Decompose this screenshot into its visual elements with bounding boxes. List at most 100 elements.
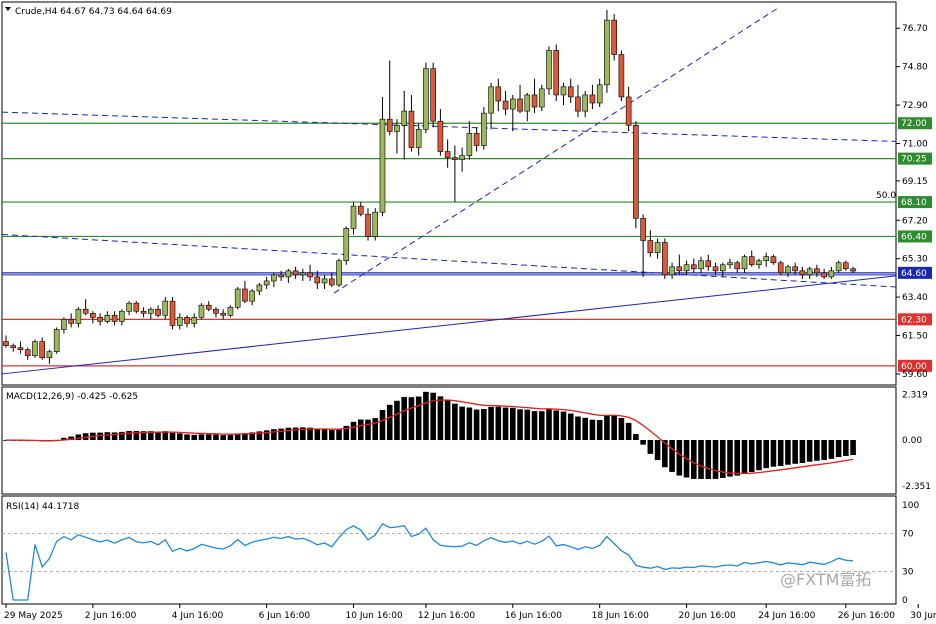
macd-bar bbox=[524, 409, 531, 441]
candle-body bbox=[126, 302, 132, 312]
candle-body bbox=[24, 349, 31, 357]
candle-body bbox=[683, 264, 690, 272]
rsi-label: RSI(14) 44.1718 bbox=[6, 502, 79, 512]
candle-body bbox=[220, 312, 226, 316]
macd-bar bbox=[669, 440, 675, 472]
y-tick-label: 74.80 bbox=[902, 63, 928, 73]
macd-panel: 2.319 0.00 -2.351 bbox=[3, 391, 931, 492]
macd-bar bbox=[466, 407, 473, 441]
candle-body bbox=[741, 256, 748, 270]
macd-bar bbox=[473, 409, 480, 441]
macd-bar bbox=[770, 440, 777, 467]
candle-body bbox=[256, 284, 263, 292]
macd-bar bbox=[546, 408, 552, 441]
macd-tick-label: -2.351 bbox=[902, 482, 931, 492]
y-tick-label: 61.50 bbox=[902, 332, 928, 342]
macd-bar bbox=[227, 434, 234, 441]
y-tick-label: 69.15 bbox=[902, 177, 928, 187]
price-tag-label: 64.60 bbox=[901, 269, 927, 279]
macd-bar bbox=[365, 419, 371, 441]
candle-body bbox=[669, 266, 675, 276]
macd-bar bbox=[604, 415, 610, 441]
macd-bar bbox=[169, 432, 176, 441]
candle-body bbox=[647, 240, 654, 253]
rsi-panel-frame bbox=[1, 495, 897, 605]
macd-signal-line bbox=[5, 399, 854, 475]
y-tick-label: 72.90 bbox=[902, 101, 928, 111]
macd-bar bbox=[538, 411, 545, 441]
candle-body bbox=[292, 270, 299, 276]
rsi-tick-label: 70 bbox=[902, 530, 914, 540]
x-tick-label: 24 Jun 16:00 bbox=[758, 611, 815, 621]
macd-bar bbox=[553, 410, 560, 441]
candle-body bbox=[408, 110, 415, 148]
y-tick-label: 59.60 bbox=[902, 370, 928, 380]
y-tick-label: 76.70 bbox=[902, 24, 928, 34]
candle-body bbox=[625, 96, 632, 126]
candle-body bbox=[350, 205, 357, 229]
y-tick-label: 63.40 bbox=[902, 293, 928, 303]
candle-body bbox=[263, 280, 270, 286]
candle-body bbox=[596, 84, 603, 104]
macd-bar bbox=[596, 420, 603, 441]
macd-bar bbox=[285, 427, 292, 441]
candle-body bbox=[495, 86, 502, 102]
macd-bar bbox=[799, 440, 806, 464]
candle-body bbox=[300, 272, 306, 276]
candle-body bbox=[481, 112, 487, 146]
x-tick-label: 4 Jun 16:00 bbox=[172, 611, 224, 621]
macd-bar bbox=[850, 440, 856, 456]
macd-bar bbox=[198, 434, 205, 441]
candle-body bbox=[785, 266, 791, 274]
macd-bar bbox=[835, 440, 842, 458]
dropdown-arrow-icon[interactable] bbox=[5, 7, 11, 11]
macd-bar bbox=[126, 430, 132, 441]
candle-body bbox=[727, 262, 733, 266]
candle-body bbox=[799, 270, 806, 276]
macd-bar bbox=[372, 418, 379, 441]
macd-bar bbox=[111, 432, 118, 441]
macd-bar bbox=[654, 440, 661, 461]
candle-body bbox=[676, 266, 683, 272]
candle-body bbox=[3, 341, 9, 346]
y-tick-label: 71.00 bbox=[902, 139, 928, 149]
macd-bar bbox=[705, 440, 712, 480]
candle-body bbox=[575, 96, 581, 112]
candle-body bbox=[712, 266, 719, 272]
candle-body bbox=[517, 98, 523, 112]
candle-body bbox=[792, 266, 798, 272]
macd-bar bbox=[567, 413, 574, 441]
x-tick-label: 20 Jun 16:00 bbox=[679, 611, 736, 621]
rsi-tick-label: 100 bbox=[902, 501, 919, 511]
macd-bar bbox=[575, 416, 581, 441]
macd-bar bbox=[756, 440, 762, 471]
candle-body bbox=[466, 133, 473, 156]
candle-body bbox=[205, 304, 212, 310]
candle-body bbox=[509, 98, 516, 110]
candle-body bbox=[68, 319, 74, 324]
candle-body bbox=[249, 290, 255, 302]
candle-body bbox=[828, 270, 835, 278]
candle-body bbox=[162, 300, 169, 316]
macd-bar bbox=[495, 406, 502, 441]
candle-body bbox=[690, 264, 697, 270]
candle-body bbox=[357, 205, 364, 215]
candle-body bbox=[133, 302, 140, 312]
macd-bar bbox=[401, 396, 407, 441]
macd-bar bbox=[357, 419, 364, 441]
candle-body bbox=[343, 228, 350, 262]
macd-bar bbox=[618, 418, 625, 441]
candle-body bbox=[119, 310, 125, 322]
candle-body bbox=[662, 242, 668, 276]
price-tag-label: 72.00 bbox=[901, 119, 927, 129]
macd-bar bbox=[379, 409, 386, 441]
x-tick-label: 26 Jun 16:00 bbox=[838, 611, 895, 621]
candle-body bbox=[582, 94, 589, 112]
candle-body bbox=[191, 317, 198, 324]
price-tag-label: 62.30 bbox=[901, 315, 927, 325]
macd-bar bbox=[777, 440, 784, 467]
candle-body bbox=[719, 264, 726, 272]
price-tag-label: 70.25 bbox=[901, 155, 927, 165]
candle-body bbox=[488, 86, 494, 114]
candle-body bbox=[61, 319, 67, 330]
